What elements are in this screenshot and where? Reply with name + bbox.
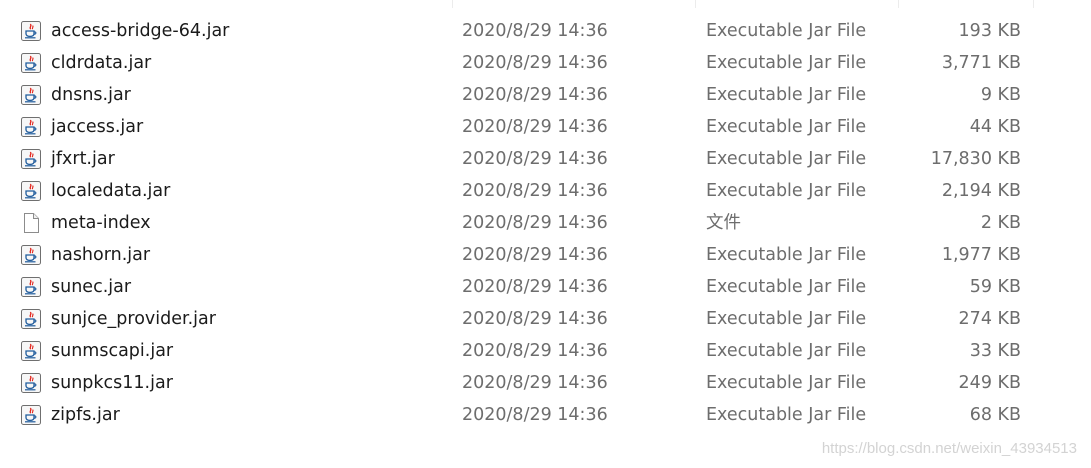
- date-modified: 2020/8/29 14:36: [462, 149, 608, 169]
- file-name: zipfs.jar: [51, 405, 120, 425]
- file-type: Executable Jar File: [706, 21, 867, 41]
- java-jar-icon: [21, 149, 41, 169]
- date-modified: 2020/8/29 14:36: [462, 405, 608, 425]
- file-row[interactable]: sunmscapi.jar 2020/8/29 14:36 Executable…: [0, 335, 1091, 367]
- blank-file-icon: [21, 213, 41, 233]
- file-size: 9 KB: [980, 85, 1021, 105]
- java-jar-icon: [21, 277, 41, 297]
- file-list: access-bridge-64.jar 2020/8/29 14:36 Exe…: [0, 15, 1091, 431]
- date-modified: 2020/8/29 14:36: [462, 85, 608, 105]
- file-row[interactable]: zipfs.jar 2020/8/29 14:36 Executable Jar…: [0, 399, 1091, 431]
- file-name: sunmscapi.jar: [51, 341, 174, 361]
- column-divider-type[interactable]: [898, 0, 899, 8]
- java-jar-icon: [21, 405, 41, 425]
- java-jar-icon: [21, 53, 41, 73]
- file-name: nashorn.jar: [51, 245, 151, 265]
- file-row[interactable]: sunpkcs11.jar 2020/8/29 14:36 Executable…: [0, 367, 1091, 399]
- file-name: localedata.jar: [51, 181, 171, 201]
- java-jar-icon: [21, 373, 41, 393]
- file-row[interactable]: access-bridge-64.jar 2020/8/29 14:36 Exe…: [0, 15, 1091, 47]
- file-row[interactable]: localedata.jar 2020/8/29 14:36 Executabl…: [0, 175, 1091, 207]
- file-size: 59 KB: [969, 277, 1021, 297]
- date-modified: 2020/8/29 14:36: [462, 181, 608, 201]
- file-row[interactable]: dnsns.jar 2020/8/29 14:36 Executable Jar…: [0, 79, 1091, 111]
- date-modified: 2020/8/29 14:36: [462, 341, 608, 361]
- file-type: Executable Jar File: [706, 245, 867, 265]
- file-type: 文件: [706, 213, 741, 233]
- file-size: 193 KB: [958, 21, 1021, 41]
- file-size: 274 KB: [958, 309, 1021, 329]
- file-name: sunjce_provider.jar: [51, 309, 216, 329]
- java-jar-icon: [21, 309, 41, 329]
- file-type: Executable Jar File: [706, 405, 867, 425]
- file-type: Executable Jar File: [706, 341, 867, 361]
- file-name: access-bridge-64.jar: [51, 21, 230, 41]
- file-name: sunpkcs11.jar: [51, 373, 173, 393]
- file-type: Executable Jar File: [706, 277, 867, 297]
- file-row[interactable]: cldrdata.jar 2020/8/29 14:36 Executable …: [0, 47, 1091, 79]
- date-modified: 2020/8/29 14:36: [462, 117, 608, 137]
- file-type: Executable Jar File: [706, 373, 867, 393]
- file-size: 2 KB: [980, 213, 1021, 233]
- file-name: dnsns.jar: [51, 85, 131, 105]
- file-size: 44 KB: [969, 117, 1021, 137]
- java-jar-icon: [21, 21, 41, 41]
- file-size: 249 KB: [958, 373, 1021, 393]
- date-modified: 2020/8/29 14:36: [462, 21, 608, 41]
- file-row[interactable]: nashorn.jar 2020/8/29 14:36 Executable J…: [0, 239, 1091, 271]
- file-type: Executable Jar File: [706, 85, 867, 105]
- file-name: jfxrt.jar: [51, 149, 115, 169]
- column-divider-date[interactable]: [695, 0, 696, 8]
- java-jar-icon: [21, 117, 41, 137]
- watermark: https://blog.csdn.net/weixin_43934513: [821, 440, 1077, 457]
- java-jar-icon: [21, 181, 41, 201]
- date-modified: 2020/8/29 14:36: [462, 277, 608, 297]
- file-size: 3,771 KB: [941, 53, 1021, 73]
- date-modified: 2020/8/29 14:36: [462, 309, 608, 329]
- file-size: 33 KB: [969, 341, 1021, 361]
- file-name: cldrdata.jar: [51, 53, 152, 73]
- java-jar-icon: [21, 245, 41, 265]
- file-name: jaccess.jar: [51, 117, 144, 137]
- java-jar-icon: [21, 341, 41, 361]
- file-size: 1,977 KB: [941, 245, 1021, 265]
- file-row[interactable]: sunec.jar 2020/8/29 14:36 Executable Jar…: [0, 271, 1091, 303]
- date-modified: 2020/8/29 14:36: [462, 53, 608, 73]
- file-row[interactable]: jaccess.jar 2020/8/29 14:36 Executable J…: [0, 111, 1091, 143]
- file-name: sunec.jar: [51, 277, 132, 297]
- file-type: Executable Jar File: [706, 309, 867, 329]
- file-size: 17,830 KB: [930, 149, 1021, 169]
- date-modified: 2020/8/29 14:36: [462, 245, 608, 265]
- java-jar-icon: [21, 85, 41, 105]
- date-modified: 2020/8/29 14:36: [462, 213, 608, 233]
- file-row[interactable]: sunjce_provider.jar 2020/8/29 14:36 Exec…: [0, 303, 1091, 335]
- column-divider-size[interactable]: [1033, 0, 1034, 8]
- column-divider-name[interactable]: [452, 0, 453, 8]
- file-type: Executable Jar File: [706, 149, 867, 169]
- file-type: Executable Jar File: [706, 117, 867, 137]
- file-type: Executable Jar File: [706, 53, 867, 73]
- file-size: 2,194 KB: [941, 181, 1021, 201]
- file-row[interactable]: meta-index 2020/8/29 14:36 文件 2 KB: [0, 207, 1091, 239]
- file-row[interactable]: jfxrt.jar 2020/8/29 14:36 Executable Jar…: [0, 143, 1091, 175]
- file-type: Executable Jar File: [706, 181, 867, 201]
- file-size: 68 KB: [969, 405, 1021, 425]
- date-modified: 2020/8/29 14:36: [462, 373, 608, 393]
- file-name: meta-index: [51, 213, 151, 233]
